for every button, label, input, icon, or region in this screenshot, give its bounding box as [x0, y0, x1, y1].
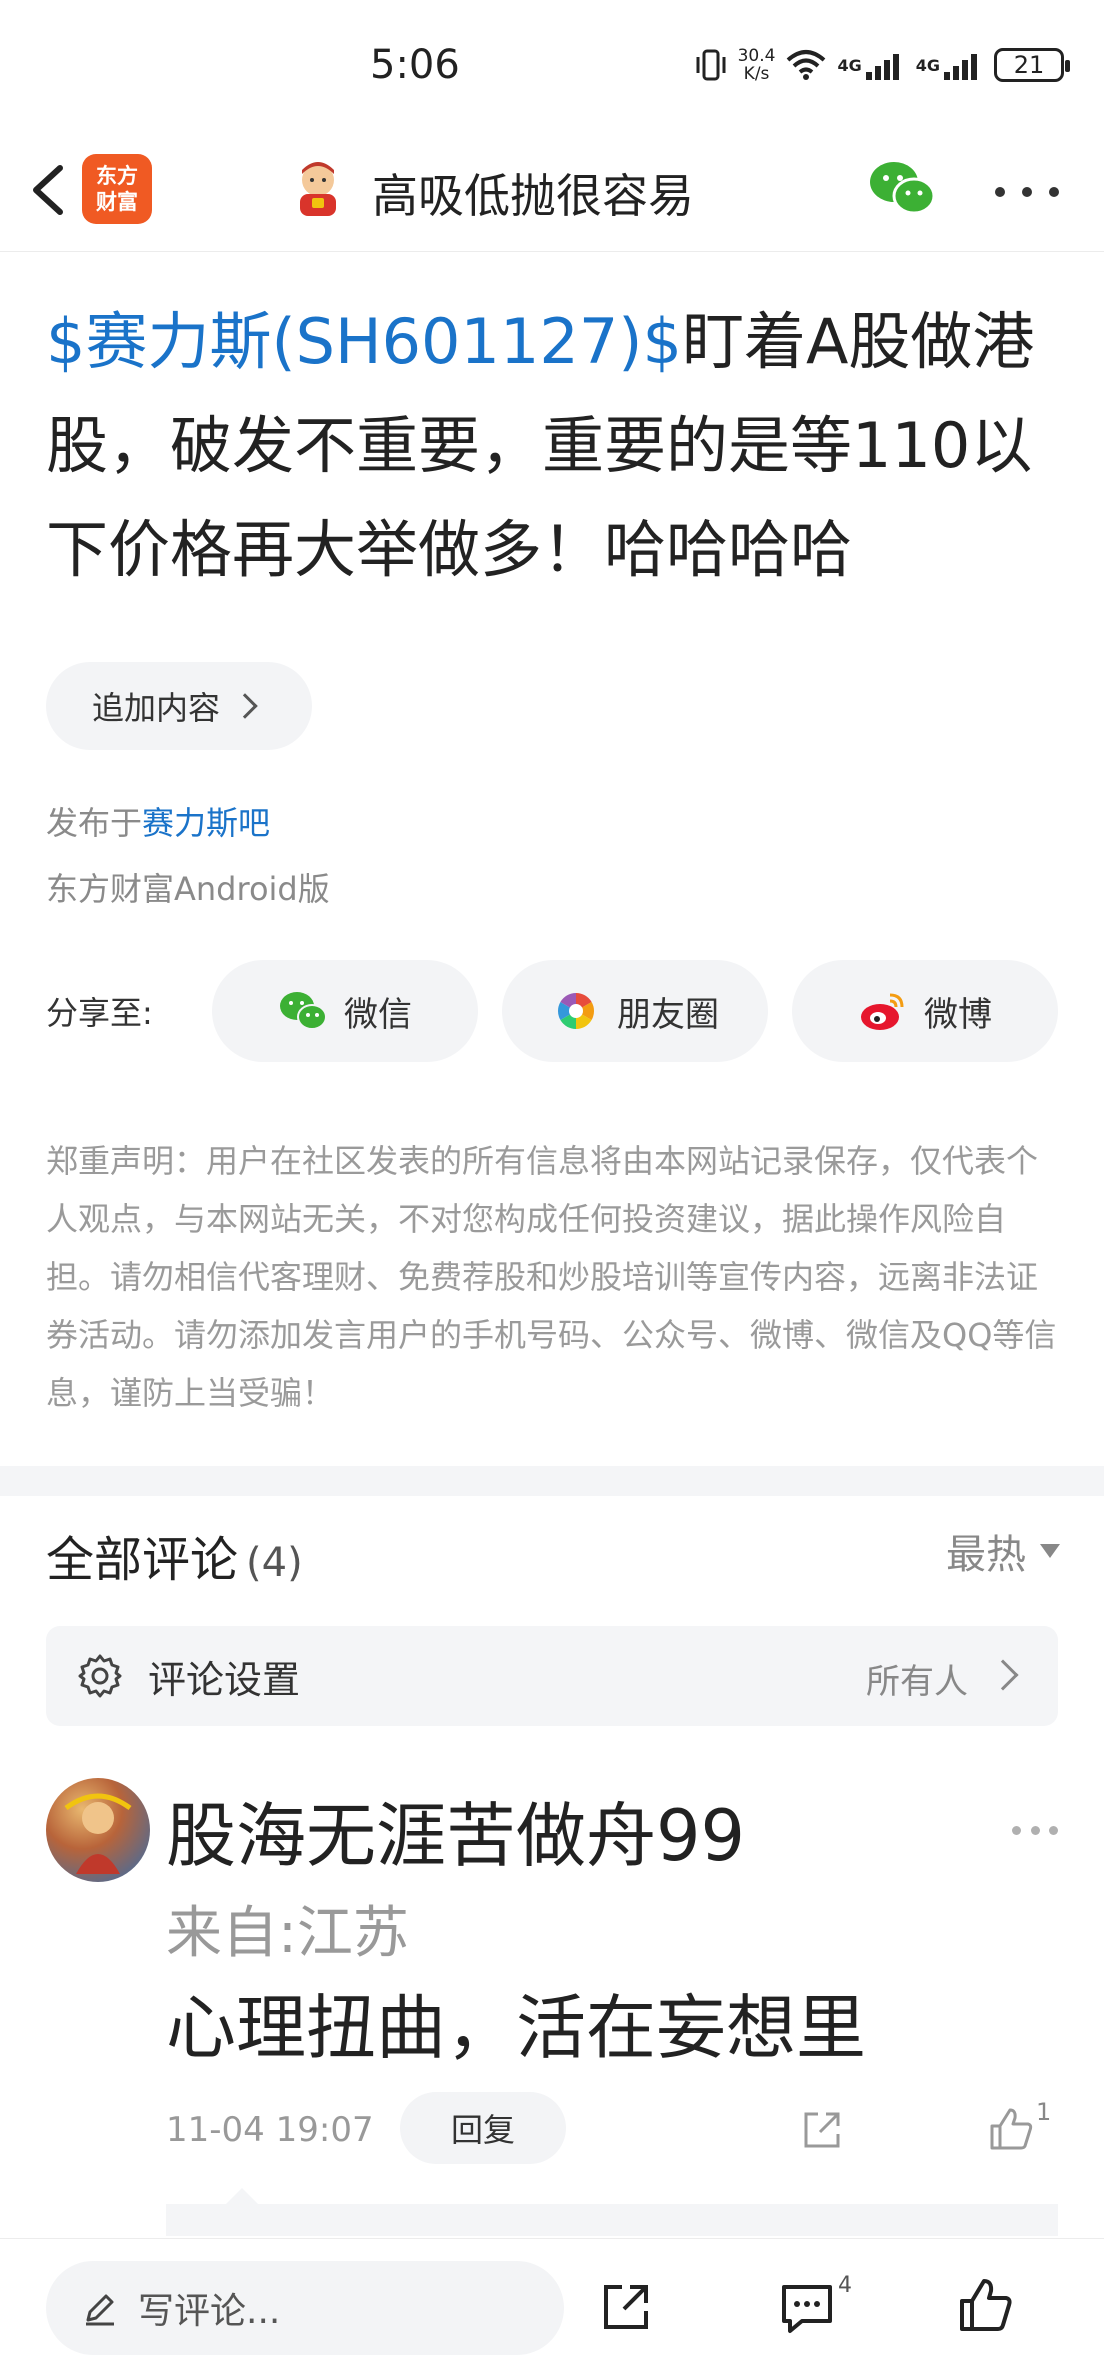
- publish-prefix: 发布于: [46, 804, 143, 842]
- moments-icon: [557, 993, 595, 1029]
- share-icon[interactable]: [798, 2106, 846, 2154]
- share-weibo-label: 微博: [924, 994, 992, 1035]
- sort-label: 最热: [946, 1532, 1026, 1578]
- disclaimer-text: 郑重声明：用户在社区发表的所有信息将由本网站记录保存，仅代表个人观点，与本网站无…: [46, 1142, 1057, 1412]
- client-info: 东方财富Android版: [46, 870, 330, 908]
- wechat-icon: [280, 992, 327, 1030]
- thumbs-up-icon[interactable]: [956, 2275, 1016, 2335]
- comment-settings-row[interactable]: 评论设置 所有人: [46, 1626, 1058, 1726]
- chevron-right-icon: [232, 693, 258, 719]
- status-bar: 5:06 30.4 K/s 4G 4G 21: [0, 0, 1104, 130]
- net-speed: 30.4 K/s: [738, 47, 776, 83]
- chevron-right-icon: [987, 1659, 1019, 1691]
- share-wechat-label: 微信: [344, 994, 412, 1035]
- status-time: 5:06: [370, 42, 460, 88]
- avatar-image: [64, 1793, 132, 1874]
- stock-tag-link[interactable]: $赛力斯(SH601127)$: [46, 305, 682, 378]
- reply-preview-box: [166, 2188, 1058, 2236]
- app-logo[interactable]: 东方 财富: [82, 154, 152, 224]
- comment-settings-label: 评论设置: [148, 1657, 301, 1702]
- publish-info: 发布于赛力斯吧: [46, 798, 270, 844]
- signal-2-label: 4G: [915, 55, 940, 75]
- weibo-icon: [861, 993, 904, 1030]
- append-content-label: 追加内容: [92, 689, 221, 727]
- more-icon[interactable]: [995, 182, 1059, 202]
- app-logo-line1: 东方: [96, 164, 138, 188]
- share-moments-label: 朋友圈: [617, 994, 719, 1035]
- signal-1: 4G: [837, 50, 905, 80]
- net-speed-value: 30.4: [737, 46, 776, 66]
- forum-link[interactable]: 赛力斯吧: [142, 804, 270, 842]
- share-wechat-button[interactable]: 微信: [212, 960, 478, 1062]
- comment-location: 来自:江苏: [166, 1901, 409, 1966]
- battery-level: 21: [1013, 51, 1045, 79]
- app-logo-line2: 财富: [96, 190, 138, 214]
- section-divider: [0, 1466, 1104, 1496]
- sort-dropdown[interactable]: 最热: [946, 1522, 1060, 1580]
- comment-time: 11-04 19:07: [166, 2110, 374, 2150]
- battery-icon: 21: [994, 48, 1070, 82]
- comment-item: 股海无涯苦做舟99 来自:江苏 心理扭曲，活在妄想里 11-04 19:07 回…: [0, 1776, 1104, 2236]
- status-icons: 30.4 K/s 4G 4G 21: [694, 40, 1070, 90]
- thumbs-up-icon[interactable]: [986, 2104, 1036, 2154]
- signal-bars-icon: [865, 54, 899, 80]
- wechat-icon[interactable]: [868, 158, 936, 218]
- comment-icon[interactable]: [778, 2279, 836, 2337]
- wifi-icon: [787, 50, 826, 80]
- gear-icon: [78, 1654, 122, 1698]
- share-icon[interactable]: [598, 2279, 654, 2335]
- comments-count: (4): [246, 1540, 303, 1586]
- share-moments-button[interactable]: 朋友圈: [502, 960, 768, 1062]
- signal-1-label: 4G: [837, 55, 862, 75]
- back-icon[interactable]: [22, 160, 78, 220]
- comments-title: 全部评论: [46, 1532, 239, 1588]
- net-speed-unit: K/s: [743, 64, 770, 84]
- reply-button[interactable]: 回复: [400, 2092, 566, 2164]
- comment-settings-value: 所有人: [866, 1662, 968, 1702]
- post-content: $赛力斯(SH601127)$盯着A股做港股，破发不重要，重要的是等110以下价…: [46, 290, 1066, 602]
- comments-header: 全部评论 (4): [46, 1520, 303, 1590]
- comment-username[interactable]: 股海无涯苦做舟99: [166, 1780, 745, 1881]
- share-weibo-button[interactable]: 微博: [792, 960, 1058, 1062]
- signal-2: 4G: [916, 50, 984, 80]
- nav-bar: 东方 财富 高吸低抛很容易: [0, 130, 1104, 252]
- write-comment-placeholder: 写评论...: [138, 2291, 281, 2332]
- more-icon[interactable]: [1012, 1826, 1058, 1836]
- caret-down-icon: [1040, 1544, 1060, 1558]
- bottom-bar: 写评论... 4: [0, 2238, 1104, 2376]
- vibrate-icon: [696, 49, 726, 81]
- avatar[interactable]: [46, 1778, 150, 1882]
- signal-bars-icon: [944, 54, 977, 80]
- append-content-button[interactable]: 追加内容: [46, 662, 312, 750]
- share-label: 分享至:: [46, 994, 153, 1032]
- pencil-icon: [86, 2294, 114, 2326]
- forum-avatar: [300, 162, 336, 216]
- page-title: 高吸低抛很容易: [372, 169, 694, 223]
- bottom-comment-count: 4: [838, 2273, 852, 2298]
- comment-text: 心理扭曲，活在妄想里: [166, 1987, 866, 2069]
- write-comment-input[interactable]: 写评论...: [46, 2261, 564, 2355]
- comment-like-count: 1: [1036, 2098, 1052, 2126]
